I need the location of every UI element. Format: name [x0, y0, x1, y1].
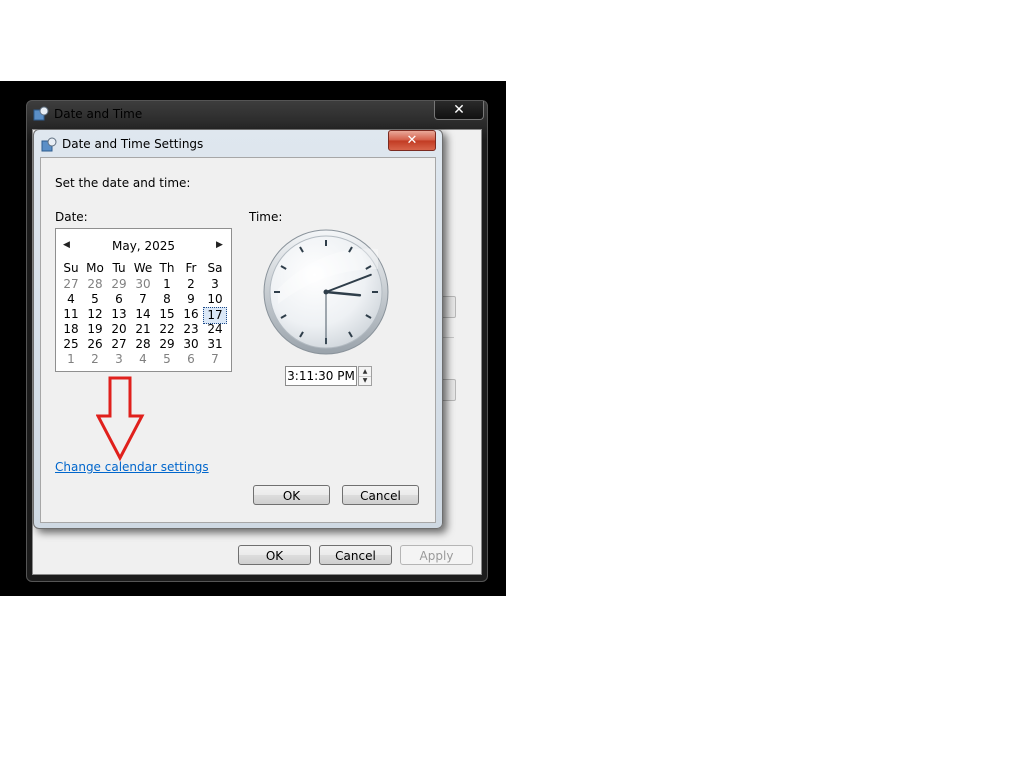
calendar-day[interactable]: 30 — [179, 337, 203, 352]
calendar-day[interactable]: 21 — [131, 322, 155, 337]
calendar-month-year[interactable]: May, 2025 — [56, 239, 231, 253]
calendar-day[interactable]: 20 — [107, 322, 131, 337]
weekday-header: Th — [159, 261, 175, 275]
date-label: Date: — [55, 210, 88, 224]
calendar-day[interactable]: 24 — [203, 322, 227, 337]
weekday-header: Mo — [86, 261, 104, 275]
calendar-day[interactable]: 16 — [179, 307, 203, 322]
dialog-close-button[interactable]: ✕ — [388, 130, 436, 151]
calendar[interactable]: ◀ May, 2025 ▶ Su Mo Tu We Th Fr Sa 27 28 29 30 1 2 3 4… — [55, 228, 232, 372]
calendar-day[interactable]: 23 — [179, 322, 203, 337]
weekday-header: Tu — [112, 261, 126, 275]
calendar-day[interactable]: 18 — [59, 322, 83, 337]
outer-ok-button[interactable]: OK — [238, 545, 311, 565]
calendar-day[interactable]: 30 — [131, 277, 155, 292]
calendar-day[interactable]: 10 — [203, 292, 227, 307]
calendar-day[interactable]: 28 — [131, 337, 155, 352]
calendar-day[interactable]: 4 — [131, 352, 155, 367]
calendar-day[interactable]: 6 — [179, 352, 203, 367]
change-calendar-settings-link[interactable]: Change calendar settings — [55, 460, 209, 474]
calendar-day[interactable]: 2 — [179, 277, 203, 292]
weekday-header: Sa — [207, 261, 223, 275]
calendar-day[interactable]: 7 — [131, 292, 155, 307]
date-time-icon — [33, 106, 49, 121]
calendar-day[interactable]: 6 — [107, 292, 131, 307]
calendar-day[interactable]: 9 — [179, 292, 203, 307]
calendar-day[interactable]: 7 — [203, 352, 227, 367]
calendar-day[interactable]: 28 — [83, 277, 107, 292]
calendar-day[interactable]: 15 — [155, 307, 179, 322]
calendar-day[interactable]: 14 — [131, 307, 155, 322]
date-time-settings-icon — [41, 137, 57, 152]
weekday-header: Su — [63, 261, 79, 275]
calendar-day[interactable]: 2 — [83, 352, 107, 367]
calendar-day[interactable]: 8 — [155, 292, 179, 307]
instruction-text: Set the date and time: — [55, 176, 191, 190]
calendar-day[interactable]: 27 — [107, 337, 131, 352]
calendar-day[interactable]: 11 — [59, 307, 83, 322]
calendar-day[interactable]: 3 — [107, 352, 131, 367]
calendar-day[interactable]: 4 — [59, 292, 83, 307]
outer-cancel-button[interactable]: Cancel — [319, 545, 392, 565]
calendar-day[interactable]: 31 — [203, 337, 227, 352]
calendar-day[interactable]: 1 — [155, 277, 179, 292]
window-title: Date and Time — [54, 107, 143, 121]
calendar-day[interactable]: 29 — [107, 277, 131, 292]
dialog-title: Date and Time Settings — [62, 137, 204, 151]
calendar-day[interactable]: 13 — [107, 307, 131, 322]
ok-button[interactable]: OK — [253, 485, 330, 505]
weekday-header: We — [133, 261, 153, 275]
spin-down-icon[interactable]: ▼ — [359, 376, 371, 385]
calendar-day[interactable]: 29 — [155, 337, 179, 352]
next-month-icon[interactable]: ▶ — [216, 240, 223, 250]
calendar-day[interactable]: 22 — [155, 322, 179, 337]
time-label: Time: — [249, 210, 283, 224]
analog-clock — [263, 229, 389, 355]
red-down-arrow-icon — [96, 376, 145, 462]
calendar-day[interactable]: 26 — [83, 337, 107, 352]
calendar-day[interactable]: 5 — [83, 292, 107, 307]
calendar-day[interactable]: 1 — [59, 352, 83, 367]
calendar-day[interactable]: 12 — [83, 307, 107, 322]
window-close-button[interactable]: ✕ — [434, 101, 484, 120]
weekday-header: Fr — [185, 261, 197, 275]
calendar-day[interactable]: 19 — [83, 322, 107, 337]
cancel-button[interactable]: Cancel — [342, 485, 419, 505]
clock-center — [323, 289, 329, 295]
time-input[interactable]: 3:11:30 PM — [285, 366, 357, 386]
calendar-day[interactable]: 25 — [59, 337, 83, 352]
time-spinner[interactable]: ▲ ▼ — [358, 366, 372, 386]
outer-apply-button[interactable]: Apply — [400, 545, 473, 565]
calendar-day[interactable]: 3 — [203, 277, 227, 292]
calendar-day[interactable]: 27 — [59, 277, 83, 292]
calendar-day[interactable]: 5 — [155, 352, 179, 367]
